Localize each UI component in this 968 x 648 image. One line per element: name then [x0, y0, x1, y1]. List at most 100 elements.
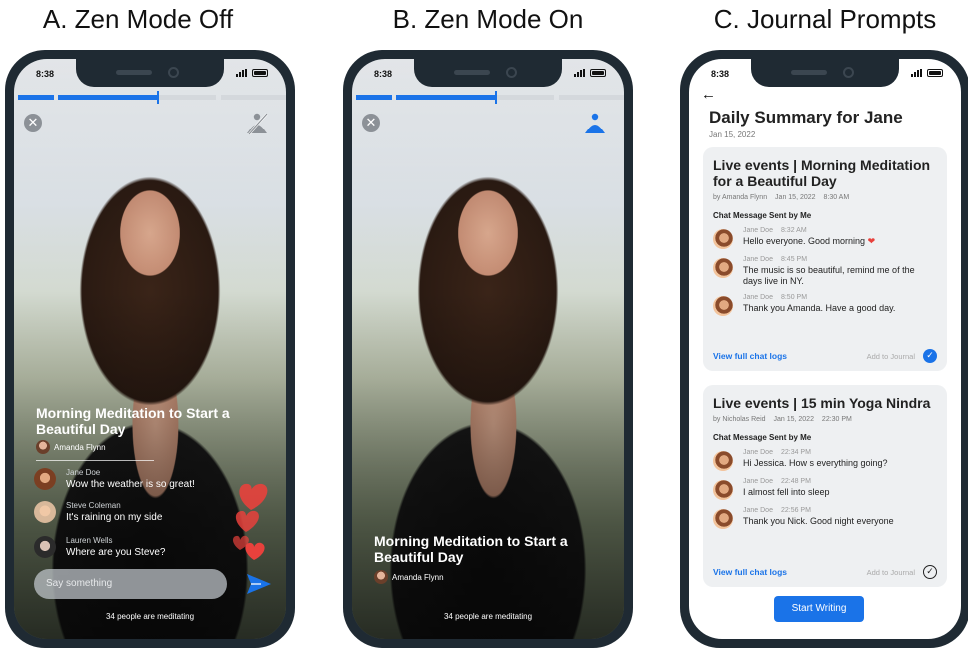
status-time: 8:38	[711, 69, 730, 79]
message-time: 22:56 PM	[780, 507, 811, 514]
avatar	[713, 296, 733, 316]
status-icons	[236, 69, 268, 77]
back-arrow-icon[interactable]: ←	[701, 86, 716, 103]
card-date: Jan 15, 2022	[775, 194, 816, 201]
panel-b-title: B. Zen Mode On	[392, 4, 584, 34]
notch	[751, 59, 899, 87]
close-button[interactable]: ✕	[362, 114, 380, 132]
section-label: Chat Message Sent by Me	[713, 211, 812, 220]
progress-bar	[18, 91, 286, 104]
notch	[414, 59, 562, 87]
add-to-journal[interactable]: Add to Journal ✓	[867, 565, 937, 579]
host: Amanda Flynn	[36, 440, 106, 454]
host-name: Amanda Flynn	[54, 442, 106, 452]
journal-message: Jane Doe 22:34 PM Hi Jessica. How s every…	[713, 449, 937, 471]
panel-a-title: A. Zen Mode Off	[42, 4, 234, 34]
card-meta: by Nicholas Reid Jan 15, 2022 22:30 PM	[713, 416, 937, 423]
message-time: 22:34 PM	[780, 449, 811, 456]
phone-journal: 8:38 ← Daily Summary for Jane Jan 15, 20…	[680, 50, 968, 648]
notch	[76, 59, 224, 87]
add-to-journal[interactable]: Add to Journal ✓	[867, 349, 937, 363]
divider	[36, 460, 154, 461]
event-card: Live events | 15 min Yoga Nindra by Nich…	[703, 385, 947, 587]
chat-input[interactable]: Say something	[34, 569, 227, 599]
card-meta: by Amanda Flynn Jan 15, 2022 8:30 AM	[713, 194, 937, 201]
message-author: Jane Doe	[743, 294, 773, 301]
live-title: Morning Meditation to Start a Beautiful …	[36, 405, 230, 437]
screen: 8:38 ✕ Morning Meditation to Start a Bea…	[14, 59, 286, 639]
view-chat-logs-link[interactable]: View full chat logs	[713, 567, 787, 577]
phone-zen-on: 8:38 ✕ Morning Meditation to Start a Bea…	[343, 50, 633, 648]
status-time: 8:38	[36, 69, 55, 79]
message-text: The music is so beautiful, remind me of …	[743, 265, 915, 286]
event-card: Live events | Morning Meditation for a B…	[703, 147, 947, 371]
message-time: 22:48 PM	[780, 478, 811, 485]
chat-item: Steve Coleman It's raining on my side	[34, 501, 162, 523]
meditating-count: 34 people are meditating	[443, 612, 533, 621]
message-time: 8:32 AM	[780, 227, 807, 234]
avatar	[34, 501, 56, 523]
message-text: Hello everyone. Good morning	[743, 236, 866, 246]
phone-zen-off: 8:38 ✕ Morning Meditation to Start a Bea…	[5, 50, 295, 648]
message-time: 8:45 PM	[780, 256, 808, 263]
close-button[interactable]: ✕	[24, 114, 42, 132]
live-title: Morning Meditation to Start a Beautiful …	[374, 533, 568, 565]
close-icon: ✕	[27, 115, 39, 130]
chat-item: Jane Doe Wow the weather is so great!	[34, 468, 195, 490]
signal-icon	[574, 69, 585, 77]
avatar	[713, 229, 733, 249]
host-avatar	[36, 440, 50, 454]
message-text: Thank you Nick. Good night everyone	[743, 516, 894, 526]
add-to-journal-label: Add to Journal	[866, 351, 915, 361]
message-author: Jane Doe	[743, 256, 773, 263]
journal-message: Jane Doe 22:48 PM I almost fell into slee…	[713, 478, 937, 500]
screen: 8:38 ✕ Morning Meditation to Start a Bea…	[352, 59, 624, 639]
signal-icon	[911, 69, 922, 77]
message-time: 8:50 PM	[780, 294, 808, 301]
zen-off-icon[interactable]	[244, 111, 270, 137]
card-date: Jan 15, 2022	[773, 416, 814, 423]
chat-author: Lauren Wells	[66, 536, 113, 545]
heart-icon[interactable]	[224, 472, 278, 562]
journal-message: Jane Doe 8:32 AM Hello everyone. Good mor…	[713, 227, 937, 249]
host-avatar	[374, 570, 388, 584]
send-icon[interactable]	[246, 573, 272, 595]
card-time: 8:30 AM	[823, 194, 850, 201]
message-author: Jane Doe	[743, 507, 773, 514]
message-author: Jane Doe	[743, 227, 773, 234]
add-to-journal-label: Add to Journal	[866, 567, 915, 577]
chat-message: Where are you Steve?	[66, 547, 166, 558]
panel-c-title: C. Journal Prompts	[713, 4, 937, 34]
host-name: Amanda Flynn	[392, 572, 444, 582]
chat-item: Lauren Wells Where are you Steve?	[34, 536, 166, 558]
message-text: Hi Jessica. How s everything going?	[743, 458, 888, 468]
check-icon[interactable]: ✓	[923, 349, 937, 363]
card-host: by Nicholas Reid	[713, 416, 766, 423]
message-text: Thank you Amanda. Have a good day.	[743, 303, 896, 313]
close-icon: ✕	[365, 115, 377, 130]
status-icons	[574, 69, 606, 77]
zen-on-icon[interactable]	[582, 111, 608, 137]
page-date: Jan 15, 2022	[709, 130, 756, 139]
card-footer: View full chat logs Add to Journal ✓	[713, 349, 937, 363]
battery-icon	[252, 69, 268, 77]
avatar	[34, 536, 56, 558]
message-author: Jane Doe	[743, 449, 773, 456]
check-icon[interactable]: ✓	[923, 565, 937, 579]
chat-message: It's raining on my side	[66, 512, 163, 523]
battery-icon	[590, 69, 606, 77]
message-author: Jane Doe	[743, 478, 773, 485]
avatar	[713, 509, 733, 529]
card-time: 22:30 PM	[821, 416, 852, 423]
status-icons	[911, 69, 943, 77]
chat-message: Wow the weather is so great!	[66, 479, 195, 490]
chat-author: Steve Coleman	[66, 501, 121, 510]
status-time: 8:38	[374, 69, 393, 79]
view-chat-logs-link[interactable]: View full chat logs	[713, 351, 787, 361]
card-title: Live events | 15 min Yoga Nindra	[713, 395, 931, 411]
meditating-count: 34 people are meditating	[105, 612, 195, 621]
card-footer: View full chat logs Add to Journal ✓	[713, 565, 937, 579]
start-writing-button[interactable]: Start Writing	[774, 596, 864, 622]
page-title: Daily Summary for Jane	[709, 108, 903, 127]
message-text: I almost fell into sleep	[743, 487, 830, 497]
